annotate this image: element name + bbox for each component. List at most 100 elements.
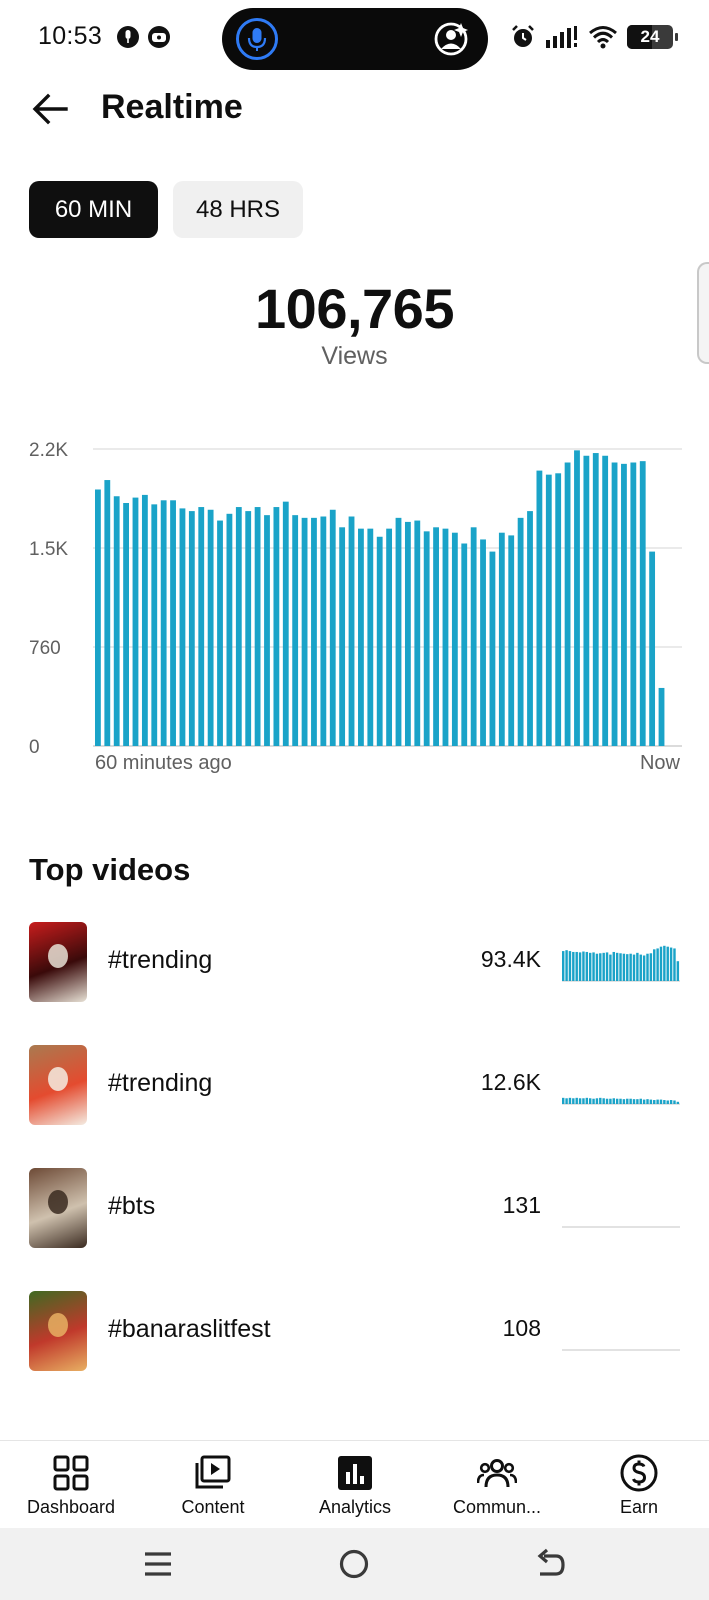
chart-bar bbox=[320, 516, 327, 746]
x-end-label: Now bbox=[640, 752, 681, 774]
chart-bar bbox=[207, 509, 214, 746]
video-thumbnail bbox=[29, 1045, 87, 1125]
sparkline-bar bbox=[578, 1098, 582, 1104]
chart-bar bbox=[273, 507, 280, 746]
chart-bar bbox=[498, 532, 505, 746]
mic-icon[interactable] bbox=[236, 18, 278, 60]
sparkline-bar bbox=[669, 1100, 673, 1104]
sparkline-bar bbox=[666, 1100, 669, 1104]
chip-60-min[interactable]: 60 MIN bbox=[29, 181, 158, 238]
video-row[interactable]: #trending 12.6K bbox=[0, 1039, 709, 1129]
sparkline-bar bbox=[595, 953, 599, 981]
chart-bar bbox=[301, 517, 308, 746]
nav-dashboard-label: Dashboard bbox=[26, 1497, 116, 1517]
chart-bar bbox=[536, 470, 543, 746]
chart-bar bbox=[555, 473, 562, 746]
y-tick-label: 0 bbox=[29, 737, 40, 758]
sparkline-bar bbox=[575, 1097, 578, 1104]
video-sparkline bbox=[562, 945, 680, 982]
sparkline-bar bbox=[636, 952, 639, 981]
sparkline-bar bbox=[592, 952, 595, 981]
sparkline-bar bbox=[639, 954, 642, 981]
nav-earn[interactable]: Earn bbox=[568, 1441, 709, 1529]
chart-bar bbox=[480, 539, 486, 746]
nav-content[interactable]: Content bbox=[142, 1441, 284, 1529]
chart-bar bbox=[254, 507, 261, 746]
chart-bar bbox=[433, 527, 439, 746]
bottom-nav: Dashboard Content Analytics Commun... Ea… bbox=[0, 1440, 709, 1528]
chart-bar bbox=[442, 528, 449, 746]
sparkline-bar bbox=[582, 951, 585, 981]
sparkline-bar bbox=[615, 952, 619, 981]
chart-bar bbox=[292, 515, 299, 746]
chart-bar bbox=[264, 515, 270, 746]
video-row[interactable]: #trending 93.4K bbox=[0, 916, 709, 1006]
video-title: #bts bbox=[108, 1192, 156, 1220]
chart-bar bbox=[611, 462, 618, 746]
sparkline-bar bbox=[632, 1099, 636, 1104]
sparkline-bar bbox=[619, 953, 622, 981]
sparkline-bar bbox=[642, 955, 646, 981]
sparkline-bar bbox=[578, 952, 582, 981]
game-status-icon bbox=[148, 26, 170, 48]
video-title: #banaraslitfest bbox=[108, 1315, 271, 1343]
video-row[interactable]: #banaraslitfest 108 bbox=[0, 1285, 709, 1375]
sparkline-bar bbox=[585, 951, 589, 981]
sparkline-bar bbox=[676, 1101, 680, 1104]
chart-bar bbox=[329, 509, 336, 746]
battery-icon: 24 bbox=[627, 25, 678, 49]
video-row[interactable]: #bts 131 bbox=[0, 1162, 709, 1252]
video-sparkline bbox=[562, 1226, 680, 1228]
back-button[interactable] bbox=[28, 86, 74, 132]
video-views: 93.4K bbox=[480, 946, 541, 972]
profile-icon[interactable] bbox=[432, 20, 470, 58]
sparkline-bar bbox=[592, 1098, 595, 1104]
nav-analytics[interactable]: Analytics bbox=[284, 1441, 426, 1529]
nav-content-label: Content bbox=[181, 1497, 245, 1517]
chart-bar bbox=[104, 480, 111, 746]
chart-bar bbox=[451, 532, 458, 746]
nav-community-label: Commun... bbox=[452, 1497, 542, 1517]
sparkline-bar bbox=[595, 1098, 599, 1104]
chart-bar bbox=[517, 517, 524, 746]
y-tick-label: 760 bbox=[29, 638, 61, 659]
chart-bar bbox=[198, 507, 205, 746]
chart-bar bbox=[235, 507, 242, 746]
mic-status-icon bbox=[117, 26, 139, 48]
chart-bar bbox=[376, 536, 383, 746]
chart-bar bbox=[404, 521, 411, 746]
video-title: #trending bbox=[108, 946, 213, 974]
sparkline-bar bbox=[602, 952, 605, 981]
back-arrow-icon bbox=[32, 93, 68, 125]
realtime-views-chart: 2.2K 1.5K 760 0 60 minutes ago Now bbox=[0, 425, 709, 795]
sparkline-bar bbox=[646, 1099, 649, 1104]
sparkline-bar bbox=[575, 951, 578, 981]
sparkline-bar bbox=[629, 953, 632, 981]
sparkline-bar bbox=[632, 954, 636, 981]
nav-analytics-label: Analytics bbox=[318, 1497, 392, 1517]
chart-bar bbox=[649, 551, 656, 746]
video-thumbnail bbox=[29, 1168, 87, 1248]
sparkline-bar bbox=[659, 1099, 663, 1104]
page-title: Realtime bbox=[101, 88, 243, 126]
chip-48-hrs[interactable]: 48 HRS bbox=[173, 181, 303, 238]
home-icon[interactable] bbox=[334, 1546, 374, 1582]
sparkline-bar bbox=[673, 1100, 676, 1104]
nav-community[interactable]: Commun... bbox=[426, 1441, 568, 1529]
alarm-icon bbox=[512, 25, 534, 47]
y-tick-label: 1.5K bbox=[29, 539, 68, 560]
chart-bar bbox=[282, 501, 289, 746]
sparkline-bar bbox=[609, 1098, 612, 1104]
sparkline-bar bbox=[588, 952, 592, 981]
system-back-icon[interactable] bbox=[530, 1546, 570, 1582]
chart-bar bbox=[395, 517, 402, 746]
signal-icon bbox=[546, 26, 577, 48]
chart-bar bbox=[489, 551, 496, 746]
nav-dashboard[interactable]: Dashboard bbox=[0, 1441, 142, 1529]
menu-icon[interactable] bbox=[138, 1546, 178, 1582]
sparkline-bar bbox=[649, 1099, 653, 1104]
chart-bar bbox=[245, 511, 252, 746]
chart-bar bbox=[339, 527, 346, 746]
sparkline-bar bbox=[568, 951, 572, 981]
content-icon bbox=[195, 1455, 231, 1489]
